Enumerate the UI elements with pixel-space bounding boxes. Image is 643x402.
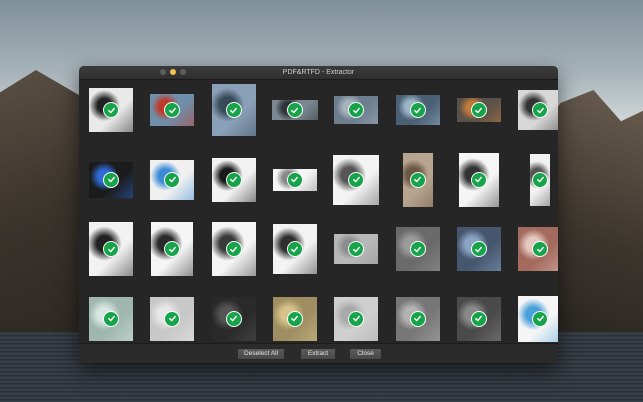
thumbnail-silver-foil[interactable]: [143, 291, 201, 347]
checkmark-icon[interactable]: [409, 102, 426, 118]
checkmark-icon[interactable]: [225, 171, 242, 188]
checkmark-icon[interactable]: [103, 241, 119, 257]
checkmark-icon[interactable]: [409, 171, 426, 188]
checkmark-icon[interactable]: [164, 310, 181, 327]
thumbnail-monitor-dark[interactable]: [82, 152, 140, 208]
thumbnail-speaker[interactable]: [205, 152, 263, 208]
checkmark-icon[interactable]: [103, 102, 119, 118]
thumbnail-gold-foil[interactable]: [266, 291, 324, 347]
extractor-window: PDF&RTFD - Extractor Deselect All Extrac…: [79, 66, 558, 363]
thumbnail-camera-module[interactable]: [82, 221, 140, 277]
checkmark-icon[interactable]: [470, 102, 487, 118]
checkmark-icon[interactable]: [286, 241, 303, 257]
checkmark-icon[interactable]: [286, 171, 303, 188]
checkmark-icon[interactable]: [532, 171, 549, 188]
thumbnail-person-red-coat[interactable]: [143, 82, 201, 138]
thumbnail-phone-parts[interactable]: [450, 152, 508, 208]
thumbnail-gray-plate[interactable]: [327, 221, 385, 277]
checkmark-icon[interactable]: [103, 310, 119, 327]
checkmark-icon[interactable]: [348, 310, 365, 327]
window-title: PDF&RTFD - Extractor: [282, 69, 355, 76]
thumbnail-battery-board[interactable]: [205, 221, 263, 277]
thumbnail-hands-object[interactable]: [327, 152, 385, 208]
checkmark-icon[interactable]: [103, 171, 119, 188]
checkmark-icon[interactable]: [532, 310, 549, 327]
thumbnail-circuit-part[interactable]: [143, 221, 201, 277]
thumbnail-wire-scraps[interactable]: [450, 291, 508, 347]
button-bar: Deselect All Extract Close: [79, 343, 558, 363]
checkmark-icon[interactable]: [409, 310, 426, 327]
traffic-lights: [160, 69, 186, 75]
thumbnail-dark-metal[interactable]: [389, 221, 447, 277]
extract-button[interactable]: Extract: [300, 348, 336, 360]
thumbnail-connector[interactable]: [266, 221, 324, 277]
thumbnail-phone-side[interactable]: [511, 152, 558, 208]
thumbnail-black-pellets[interactable]: [205, 291, 263, 347]
checkmark-icon[interactable]: [164, 171, 181, 188]
thumbnail-colorful-parts[interactable]: [450, 82, 508, 138]
thumbnail-red-minerals[interactable]: [511, 221, 558, 277]
thumbnail-aerial-fields[interactable]: [327, 82, 385, 138]
thumbnail-imac[interactable]: [143, 152, 201, 208]
checkmark-icon[interactable]: [286, 310, 303, 327]
close-window-icon[interactable]: [160, 69, 166, 75]
thumbnail-hand-and-device[interactable]: [82, 82, 140, 138]
checkmark-icon[interactable]: [225, 241, 242, 257]
checkmark-icon[interactable]: [470, 241, 487, 257]
checkmark-icon[interactable]: [532, 102, 549, 118]
checkmark-icon[interactable]: [532, 241, 549, 257]
thumbnail-phone-board[interactable]: [389, 152, 447, 208]
checkmark-icon[interactable]: [348, 171, 365, 188]
thumbnail-brushed-metal[interactable]: [327, 291, 385, 347]
checkmark-icon[interactable]: [225, 102, 242, 118]
checkmark-icon[interactable]: [286, 102, 303, 118]
checkmark-icon[interactable]: [470, 310, 487, 327]
thumbnail-imac-screen[interactable]: [511, 291, 558, 347]
deselect-all-button[interactable]: Deselect All: [237, 348, 285, 360]
checkmark-icon[interactable]: [470, 171, 487, 188]
checkmark-icon[interactable]: [225, 310, 242, 327]
thumbnail-small-device[interactable]: [266, 152, 324, 208]
thumbnail-blue-crystals[interactable]: [450, 221, 508, 277]
thumbnail-glass-shards[interactable]: [82, 291, 140, 347]
thumbnail-laptop[interactable]: [511, 82, 558, 138]
thumbnail-grid: [82, 82, 558, 342]
title-bar[interactable]: PDF&RTFD - Extractor: [79, 66, 558, 80]
thumbnail-solar-panels[interactable]: [389, 82, 447, 138]
zoom-window-icon[interactable]: [180, 69, 186, 75]
checkmark-icon[interactable]: [409, 241, 426, 257]
minimize-window-icon[interactable]: [170, 69, 176, 75]
thumbnail-metal-scraps[interactable]: [389, 291, 447, 347]
thumbnail-aerial-roofs[interactable]: [266, 82, 324, 138]
close-button[interactable]: Close: [349, 348, 382, 360]
thumbnail-field-rows[interactable]: [205, 82, 263, 138]
